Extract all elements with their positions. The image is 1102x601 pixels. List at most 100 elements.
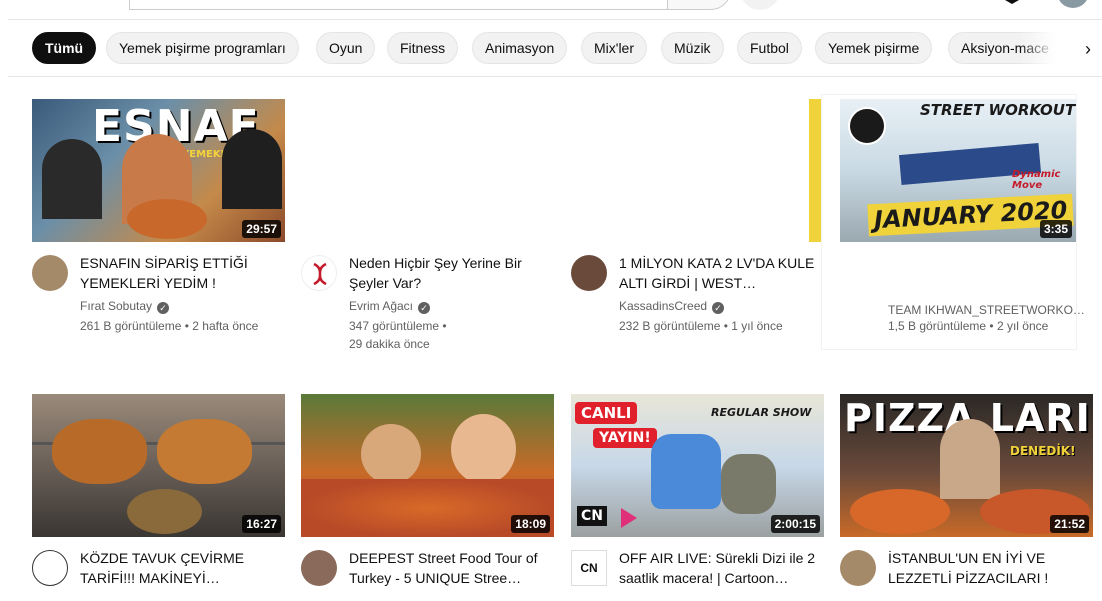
chips-divider [8,76,1102,77]
top-header [0,0,1102,20]
channel-name[interactable]: KassadinsCreed ✓ [619,299,725,314]
food-plate [127,199,207,239]
video-title[interactable]: OFF AIR LIVE: Sürekli Dizi ile 2 saatlik… [619,548,824,588]
person-figure [361,424,421,484]
cartoon-character [651,434,721,509]
video-card[interactable]: 18:09 DEEPEST Street Food Tour of Turkey… [301,394,554,601]
channel-name[interactable]: Evrim Ağacı ✓ [349,299,431,314]
video-card-hovered[interactable]: STREET WORKOUT Dynamic Move JANUARY 2020… [822,95,1085,349]
thumbnail-top-text: STREET WORKOUT [920,101,1076,119]
chip-mixes[interactable]: Mix'ler [581,32,648,64]
video-meta: 1,5 B görüntüleme • 2 yıl önce [888,319,1049,333]
channel-avatar[interactable] [301,255,337,291]
channel-logo-icon: CN [577,506,607,526]
video-duration: 2:00:15 [770,515,820,533]
roast-chicken [157,419,252,484]
video-card[interactable]: ESNAF YEMEKLERİ 29:57 ESNAFIN SİPARİŞ ET… [32,99,285,349]
video-card[interactable]: CANLI YAYIN! REGULAR SHOW CN 2:00:15 CN … [571,394,824,601]
person-figure [451,414,516,484]
video-thumbnail[interactable]: CANLI YAYIN! REGULAR SHOW CN 2:00:15 [571,394,824,537]
video-duration: 16:27 [242,515,281,533]
account-avatar[interactable] [1057,0,1089,8]
video-title[interactable]: İSTANBUL'UN EN İYİ VE LEZZETLİ PİZZACILA… [888,548,1093,588]
video-duration: 29:57 [242,220,281,238]
dna-icon [313,262,327,286]
live-badge: YAYIN! [593,428,657,448]
video-thumbnail[interactable] [301,99,554,242]
play-logo-icon [621,508,637,528]
channel-name-text: KassadinsCreed [619,299,708,313]
chip-music[interactable]: Müzik [661,32,724,64]
view-count: 347 görüntüleme [349,319,440,333]
search-button[interactable] [667,0,731,10]
upload-age: 2 yıl önce [996,319,1049,333]
person-figure [42,139,102,219]
view-count: 232 B görüntüleme [619,319,721,333]
channel-avatar[interactable] [301,550,337,586]
chip-animation[interactable]: Animasyon [472,32,568,64]
view-count: 1,5 B görüntüleme [888,319,987,333]
mic-button[interactable] [740,0,780,10]
verified-icon: ✓ [418,302,431,314]
channel-name-text: Fırat Sobutay [80,299,153,313]
person-figure [940,419,1000,499]
person-figure [222,129,282,209]
header-divider [8,19,1102,20]
chip-all[interactable]: Tümü [32,32,97,64]
video-card[interactable]: Neden Hiçbir Şey Yerine Bir Şeyler Var? … [301,99,554,359]
video-card[interactable]: 16:27 KÖZDE TAVUK ÇEVİRME TARİFİ!!! MAKİ… [32,394,285,601]
show-title-text: REGULAR SHOW [711,406,812,419]
channel-name-text: Evrim Ağacı [349,299,414,313]
channel-logo-icon [848,107,886,145]
roast-chicken [52,419,147,484]
chip-football[interactable]: Futbol [737,32,802,64]
upload-age: 29 dakika önce [349,337,430,351]
video-meta: 347 görüntüleme • 29 dakika önce [349,319,447,351]
video-title[interactable]: Neden Hiçbir Şey Yerine Bir Şeyler Var? [349,253,554,293]
video-thumbnail[interactable] [571,99,824,242]
channel-name[interactable]: Fırat Sobutay ✓ [80,299,170,314]
chip-cooking-programs[interactable]: Yemek pişirme programları [106,32,299,64]
video-thumbnail[interactable]: PIZZA LARI DENEDİK! 21:52 [840,394,1093,537]
live-badge: CANLI [575,402,638,424]
chevron-right-icon[interactable]: › [1074,36,1102,64]
channel-avatar[interactable]: CN [571,550,607,586]
pizza [850,489,950,534]
chip-fitness[interactable]: Fitness [387,32,459,64]
video-card[interactable]: 1 MİLYON KATA 2 LV'DA KULE ALTI GİRDİ | … [571,99,824,349]
video-title[interactable]: DEEPEST Street Food Tour of Turkey - 5 U… [349,548,554,588]
video-duration: 3:35 [1039,220,1072,238]
channel-avatar[interactable] [32,550,68,586]
upload-age: 1 yıl önce [731,319,783,333]
cartoon-character [721,454,776,514]
chip-gaming[interactable]: Oyun [316,32,376,64]
video-duration: 18:09 [511,515,550,533]
thumbnail-sub-text: DENEDİK! [1010,444,1076,458]
video-card[interactable]: PIZZA LARI DENEDİK! 21:52 İSTANBUL'UN EN… [840,394,1093,601]
chip-fade [1020,30,1080,66]
verified-icon: ✓ [712,302,725,314]
video-thumbnail[interactable]: 18:09 [301,394,554,537]
video-duration: 21:52 [1050,515,1089,533]
search-input[interactable] [129,0,669,10]
category-chip-bar: Tümü Yemek pişirme programları Oyun Fitn… [32,32,1082,64]
video-title[interactable]: KÖZDE TAVUK ÇEVİRME TARİFİ!!! MAKİNEYİ… [80,548,285,588]
video-title[interactable]: ESNAFIN SİPARİŞ ETTİĞİ YEMEKLERİ YEDİM ! [80,253,285,293]
notifications-icon[interactable] [1005,0,1019,4]
video-thumbnail[interactable]: STREET WORKOUT Dynamic Move JANUARY 2020… [840,99,1076,242]
view-count: 261 B görüntüleme [80,319,182,333]
channel-avatar[interactable] [32,255,68,291]
chip-cooking[interactable]: Yemek pişirme [815,32,933,64]
video-title[interactable]: 1 MİLYON KATA 2 LV'DA KULE ALTI GİRDİ | … [619,253,824,293]
video-thumbnail[interactable]: ESNAF YEMEKLERİ 29:57 [32,99,285,242]
channel-name-text: TEAM IKHWAN_STREETWORKO… [888,303,1085,317]
potato-pan [127,489,202,534]
channel-name[interactable]: TEAM IKHWAN_STREETWORKO… [888,303,1085,317]
channel-avatar[interactable] [571,255,607,291]
upload-age: 2 hafta önce [192,319,259,333]
channel-avatar[interactable] [840,550,876,586]
thumbnail-sub-text: Dynamic Move [1012,169,1061,191]
video-meta: 261 B görüntüleme • 2 hafta önce [80,319,259,333]
verified-icon: ✓ [157,302,170,314]
video-thumbnail[interactable]: 16:27 [32,394,285,537]
